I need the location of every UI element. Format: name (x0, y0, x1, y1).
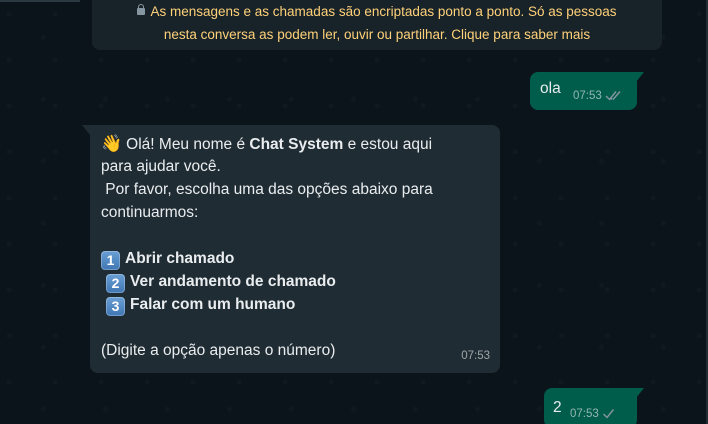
message-meta: 07:53 (570, 408, 615, 422)
message-meta: 07:53 (573, 90, 622, 104)
header-divider (0, 0, 80, 2)
encryption-notice-line-2: nesta conversa as podem ler, ouvir ou pa… (163, 27, 591, 42)
option-2: 2 Ver andamento de chamado (101, 270, 488, 293)
bot-line-4: continuarmos: (101, 204, 199, 221)
encryption-notice[interactable]: As mensagens e as chamadas são encriptad… (92, 0, 662, 50)
message-incoming-bot[interactable]: 👋 Olá! Meu nome é Chat System e estou aqu… (82, 125, 500, 373)
bot-footer: (Digite a opção apenas o número) (101, 342, 336, 359)
chat-area: As mensagens e as chamadas são encriptad… (0, 0, 708, 424)
message-time: 07:53 (461, 350, 490, 362)
bot-greeting-text: Olá! Meu nome é (126, 136, 250, 153)
double-check-icon (605, 90, 622, 104)
encryption-notice-text-1: As mensagens e as chamadas são encriptad… (150, 4, 617, 19)
keycap-1-icon: 1 (101, 251, 120, 270)
single-check-icon (602, 408, 615, 422)
message-outgoing-2[interactable]: 2 07:53 (544, 388, 644, 424)
message-outgoing-ola[interactable]: ola 07:53 (530, 72, 644, 110)
bot-name: Chat System (249, 136, 344, 153)
encryption-notice-line-1: As mensagens e as chamadas são encriptad… (92, 0, 662, 23)
lock-icon (137, 4, 146, 15)
option-label: Abrir chamado (125, 250, 235, 267)
option-label: Falar com um humano (130, 296, 296, 313)
message-time: 07:53 (573, 90, 602, 102)
option-3: 3 Falar com um humano (101, 293, 488, 316)
message-text: ola (540, 80, 561, 97)
keycap-2-icon: 2 (106, 274, 125, 293)
option-label: Ver andamento de chamado (130, 273, 336, 290)
bot-greeting-tail: e estou aqui (343, 136, 433, 153)
keycap-3-icon: 3 (106, 297, 125, 316)
message-text: 2 (553, 399, 562, 416)
bot-greeting-line: 👋 Olá! Meu nome é Chat System e estou aqu… (101, 132, 488, 155)
bot-line-2: para ajudar você. (101, 158, 221, 175)
bot-line-3: Por favor, escolha uma das opções abaixo… (101, 181, 433, 198)
option-1: 1 Abrir chamado (101, 247, 488, 270)
waving-hand-icon: 👋 (101, 134, 123, 153)
message-time: 07:53 (570, 408, 599, 420)
